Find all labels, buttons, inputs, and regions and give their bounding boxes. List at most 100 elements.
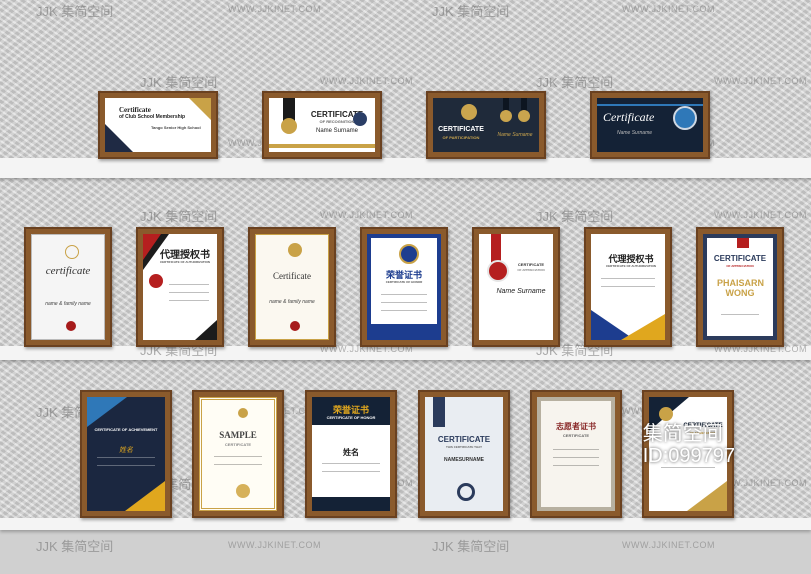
certificate: CERTIFICATE THIS CERTIFICATE THAT NAMESU… <box>425 397 503 511</box>
certificate: certificate name & family name <box>31 234 105 340</box>
certificate: 代理授权书 CERTIFICATE OF AUTHORIZATION <box>591 234 665 340</box>
certificate-title: CERTIFICATE <box>437 435 491 444</box>
certificate-subtitle: OF APPRECIATION <box>517 268 545 272</box>
watermark-logo: JJK 集简空间 <box>432 539 510 554</box>
certificate-name: Tango Senior High School <box>151 125 201 130</box>
watermark-logo: JJK 集简空间 <box>140 75 218 90</box>
certificate: 荣誉证书 CERTIFICATE OF HONOR <box>367 234 441 340</box>
red-seal <box>487 260 509 282</box>
text-line <box>97 457 155 458</box>
text-line <box>169 292 209 293</box>
watermark-site: WWW.JJKINET.COM <box>228 4 321 14</box>
certificate-name: PHAISARN WONG <box>717 278 765 298</box>
certificate-frame: CERTIFICATE OF PARTICIPATION Name Surnam… <box>426 91 546 159</box>
certificate-title: certificate <box>45 265 91 277</box>
gold-seal <box>281 118 297 134</box>
shelf-top <box>0 158 811 178</box>
watermark-logo: JJK 集简空间 <box>36 4 114 19</box>
gold-seal <box>288 243 302 257</box>
certificate-subtitle: OF PARTICIPATION <box>442 135 480 140</box>
medal-icon <box>518 110 530 122</box>
certificate-frame: 代理授权书 CERTIFICATE OF AUTHORIZATION <box>136 227 224 347</box>
certificate-frame: SAMPLE CERTIFICATE <box>192 390 284 518</box>
certificate-name: 姓名 <box>343 448 359 457</box>
corner-decoration <box>87 397 127 427</box>
certificate-title: 志愿者证书 <box>556 422 596 431</box>
watermark-site: WWW.JJKINET.COM <box>228 540 321 550</box>
certificate-frame: Certificate Name Surname <box>590 91 710 159</box>
certificate: SAMPLE CERTIFICATE <box>199 397 277 511</box>
watermark-logo: JJK 集简空间 <box>536 209 614 224</box>
certificate: CERTIFICATE OF ACHIEVEMENT 姓名 <box>87 397 165 511</box>
certificate-title: CERTIFICATE <box>517 262 545 267</box>
certificate-name: 姓名 <box>119 447 133 454</box>
corner-decoration <box>687 481 727 511</box>
certificate: Certificate of Club School Membership Ta… <box>105 98 211 152</box>
corner-decoration <box>105 124 133 152</box>
text-line <box>381 302 427 303</box>
badge-seal <box>457 483 475 501</box>
text-line <box>322 463 380 464</box>
text-line <box>214 456 262 457</box>
medal-icon <box>399 244 419 264</box>
certificate-frame: CERTIFICATE OF ACHIEVEMENT 姓名 <box>80 390 172 518</box>
certificate-frame: 代理授权书 CERTIFICATE OF AUTHORIZATION <box>584 227 672 347</box>
certificate-subtitle: CERTIFICATE <box>224 442 252 447</box>
certificate: 代理授权书 CERTIFICATE OF AUTHORIZATION <box>143 234 217 340</box>
certificate: Certificate name & family name <box>255 234 329 340</box>
footer-bar <box>371 324 437 336</box>
certificate: CERTIFICATE OF APPRECIATION PHAISARN WON… <box>703 234 777 340</box>
certificate-name: name & family name <box>45 301 91 307</box>
certificate-title: CERTIFICATE OF ACHIEVEMENT <box>94 427 158 432</box>
certificate-name: Name Surname <box>496 288 546 295</box>
text-line <box>553 457 599 458</box>
emblem-icon <box>65 245 79 259</box>
text-line <box>322 471 380 472</box>
certificate-name: Name Surname <box>315 128 359 134</box>
text-line <box>601 286 655 287</box>
shelf-bottom <box>0 518 811 530</box>
certificate: CERTIFICATE OF APPRECIATION Name Surname <box>479 234 553 340</box>
watermark-site: WWW.JJKINET.COM <box>320 210 413 220</box>
text-line <box>601 278 655 279</box>
certificate: CERTIFICATE OF PARTICIPATION Name Surnam… <box>433 98 539 152</box>
text-line <box>381 310 427 311</box>
certificate: 荣誉证书 CERTIFICATE OF HONOR 姓名 <box>312 397 390 511</box>
text-line <box>661 467 715 468</box>
footer-bar <box>312 497 390 511</box>
certificate-subtitle: CERTIFICATE OF AUTHORIZATION <box>606 264 656 268</box>
certificate-frame: CERTIFICATE OF RECOGNITION Name Surname <box>262 91 382 159</box>
badge-seal <box>353 112 367 126</box>
watermark-logo: JJK 集简空间 <box>432 4 510 19</box>
certificate-frame: certificate name & family name <box>24 227 112 347</box>
certificate-frame: 志愿者证书 CERTIFICATE <box>530 390 622 518</box>
medal-icon <box>500 110 512 122</box>
certificate-title: CERTIFICATE <box>438 126 484 133</box>
certificate: Certificate Name Surname <box>597 98 703 152</box>
certificate: 志愿者证书 CERTIFICATE <box>537 397 615 511</box>
text-line <box>721 314 759 315</box>
watermark-logo: JJK 集简空间 <box>140 209 218 224</box>
text-line <box>553 449 599 450</box>
text-line <box>553 465 599 466</box>
certificate-subtitle: CERTIFICATE OF HONOR <box>326 415 376 420</box>
certificate-name: Name Surname <box>617 130 653 136</box>
red-seal <box>149 274 163 288</box>
watermark-site: WWW.JJKINET.COM <box>714 210 807 220</box>
text-line <box>169 300 209 301</box>
corner-decoration <box>621 314 665 340</box>
watermark-site: WWW.JJKINET.COM <box>714 76 807 86</box>
certificate-frame: CERTIFICATE OF APPRECIATION Name Surname <box>472 227 560 347</box>
wax-seal <box>66 321 76 331</box>
gold-seal <box>236 484 250 498</box>
watermark-site: WWW.JJKINET.COM <box>622 540 715 550</box>
watermark-logo: JJK 集简空间 <box>36 539 114 554</box>
watermark-site: WWW.JJKINET.COM <box>622 4 715 14</box>
certificate-title: SAMPLE <box>219 430 257 440</box>
certificate-title: Certificate <box>273 271 311 281</box>
footer-bar <box>269 144 375 148</box>
wax-seal <box>290 321 300 331</box>
certificate-frame: 荣誉证书 CERTIFICATE OF HONOR <box>360 227 448 347</box>
certificate-frame: Certificate of Club School Membership Ta… <box>98 91 218 159</box>
badge-id: ID:099797 <box>642 445 735 467</box>
